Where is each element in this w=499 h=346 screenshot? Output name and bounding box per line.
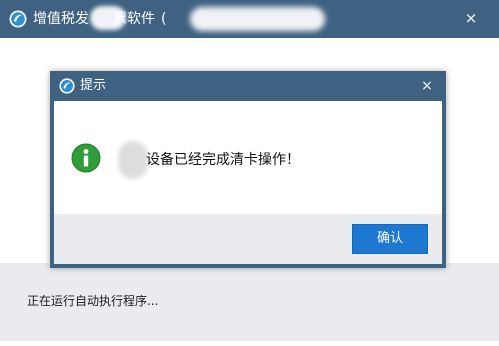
- redaction-blur: [90, 6, 126, 30]
- bottom-border: [0, 341, 499, 346]
- status-text: 正在运行自动执行程序...: [27, 294, 159, 308]
- dialog-title: 提示: [80, 78, 107, 93]
- app-logo-icon: [9, 10, 27, 28]
- info-icon: [71, 143, 101, 173]
- confirm-button[interactable]: 确认: [352, 224, 428, 254]
- prompt-dialog: 提示 × 设备已经完成清卡操作！ 确认: [50, 71, 446, 268]
- main-title-part3: (: [161, 11, 167, 27]
- app-logo-icon: [59, 78, 75, 94]
- redaction-blur: [118, 141, 148, 179]
- main-titlebar[interactable]: 增值税发 票软件( ×: [0, 0, 499, 38]
- main-close-button[interactable]: ×: [460, 8, 482, 28]
- main-status-bar: 正在运行自动执行程序...: [0, 263, 499, 346]
- dialog-close-button[interactable]: ×: [416, 76, 438, 96]
- dialog-footer: 确认: [54, 214, 442, 264]
- main-title-part1: 增值税发: [33, 11, 89, 27]
- redaction-blur: [190, 7, 325, 31]
- dialog-message: 设备已经完成清卡操作！: [146, 152, 300, 168]
- dialog-titlebar[interactable]: 提示 ×: [50, 71, 446, 101]
- dialog-content: 设备已经完成清卡操作！: [54, 101, 442, 214]
